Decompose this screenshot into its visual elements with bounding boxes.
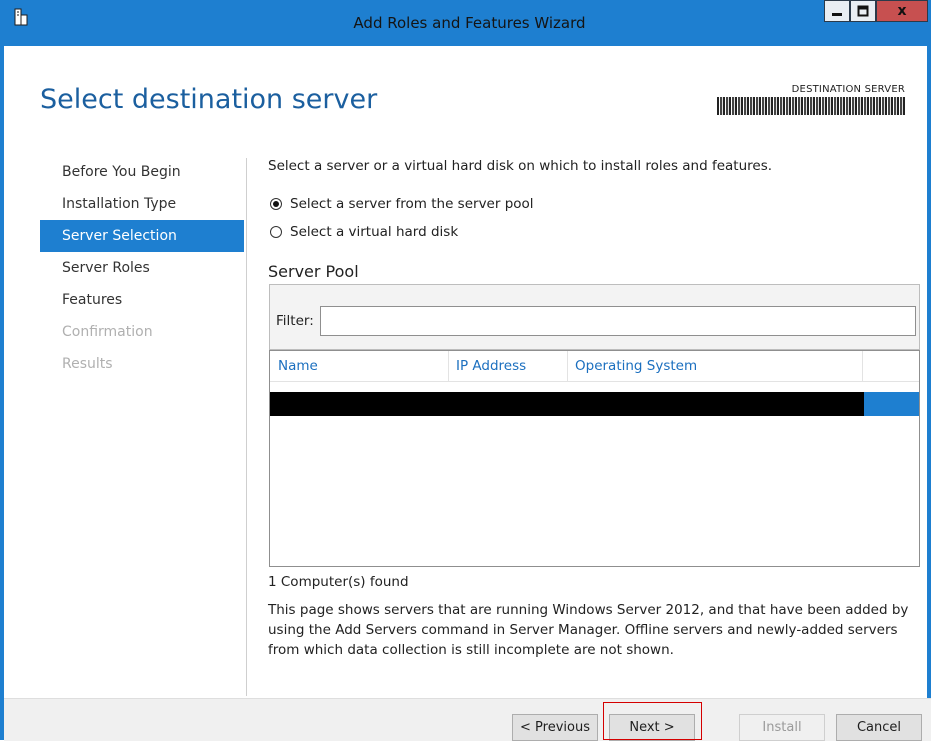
- nav-item-results: Results: [62, 356, 113, 372]
- server-grid[interactable]: Name IP Address Operating System: [269, 350, 920, 567]
- previous-button[interactable]: < Previous: [512, 714, 598, 741]
- column-separator[interactable]: [448, 351, 449, 381]
- wizard-nav: Before You Begin Installation Type Serve…: [40, 156, 244, 380]
- instruction-text: Select a server or a virtual hard disk o…: [268, 158, 773, 174]
- column-name[interactable]: Name: [278, 358, 318, 374]
- title-bar[interactable]: Add Roles and Features Wizard x: [4, 0, 931, 46]
- grid-header: Name IP Address Operating System: [270, 351, 919, 382]
- close-icon: x: [897, 3, 907, 19]
- redacted-server-entry: [270, 392, 864, 416]
- option-server-pool-label[interactable]: Select a server from the server pool: [290, 196, 534, 212]
- window-title: Add Roles and Features Wizard: [353, 14, 586, 32]
- minimize-button[interactable]: [824, 0, 850, 22]
- radio-server-pool[interactable]: [270, 198, 282, 210]
- wizard-window: Add Roles and Features Wizard x Select d…: [0, 0, 931, 741]
- filter-area: Filter:: [269, 284, 920, 350]
- column-ip-address[interactable]: IP Address: [456, 358, 526, 374]
- computers-found-count: 1 Computer(s) found: [268, 574, 409, 590]
- nav-item-installation-type[interactable]: Installation Type: [40, 188, 244, 220]
- nav-item-before-you-begin[interactable]: Before You Begin: [40, 156, 244, 188]
- destination-server-value-redacted: [717, 97, 905, 115]
- option-virtual-hard-disk-label[interactable]: Select a virtual hard disk: [290, 224, 458, 240]
- wizard-footer: < Previous Next > Install Cancel: [4, 698, 931, 741]
- minimize-icon: [832, 13, 842, 16]
- filter-label: Filter:: [276, 313, 314, 329]
- nav-divider: [246, 158, 247, 696]
- server-pool-title: Server Pool: [268, 262, 359, 281]
- option-virtual-hard-disk[interactable]: Select a virtual hard disk: [270, 224, 458, 240]
- nav-item-confirmation: Confirmation: [62, 324, 153, 340]
- column-operating-system[interactable]: Operating System: [575, 358, 697, 374]
- next-button-highlight: [603, 702, 702, 740]
- destination-server-label: DESTINATION SERVER: [791, 84, 905, 95]
- nav-item-server-selection[interactable]: Server Selection: [40, 220, 244, 252]
- column-separator[interactable]: [862, 351, 863, 381]
- option-server-pool[interactable]: Select a server from the server pool: [270, 196, 534, 212]
- server-pool-note: This page shows servers that are running…: [268, 602, 909, 658]
- close-button[interactable]: x: [876, 0, 928, 22]
- cancel-button[interactable]: Cancel: [836, 714, 922, 741]
- table-row-selected[interactable]: [270, 392, 919, 416]
- install-button: Install: [739, 714, 825, 741]
- nav-item-features[interactable]: Features: [40, 284, 244, 316]
- maximize-icon: [857, 5, 869, 17]
- column-separator[interactable]: [567, 351, 568, 381]
- nav-item-server-roles[interactable]: Server Roles: [40, 252, 244, 284]
- maximize-button[interactable]: [850, 0, 876, 22]
- page-title: Select destination server: [40, 84, 378, 115]
- filter-input[interactable]: [320, 306, 916, 336]
- radio-virtual-hard-disk[interactable]: [270, 226, 282, 238]
